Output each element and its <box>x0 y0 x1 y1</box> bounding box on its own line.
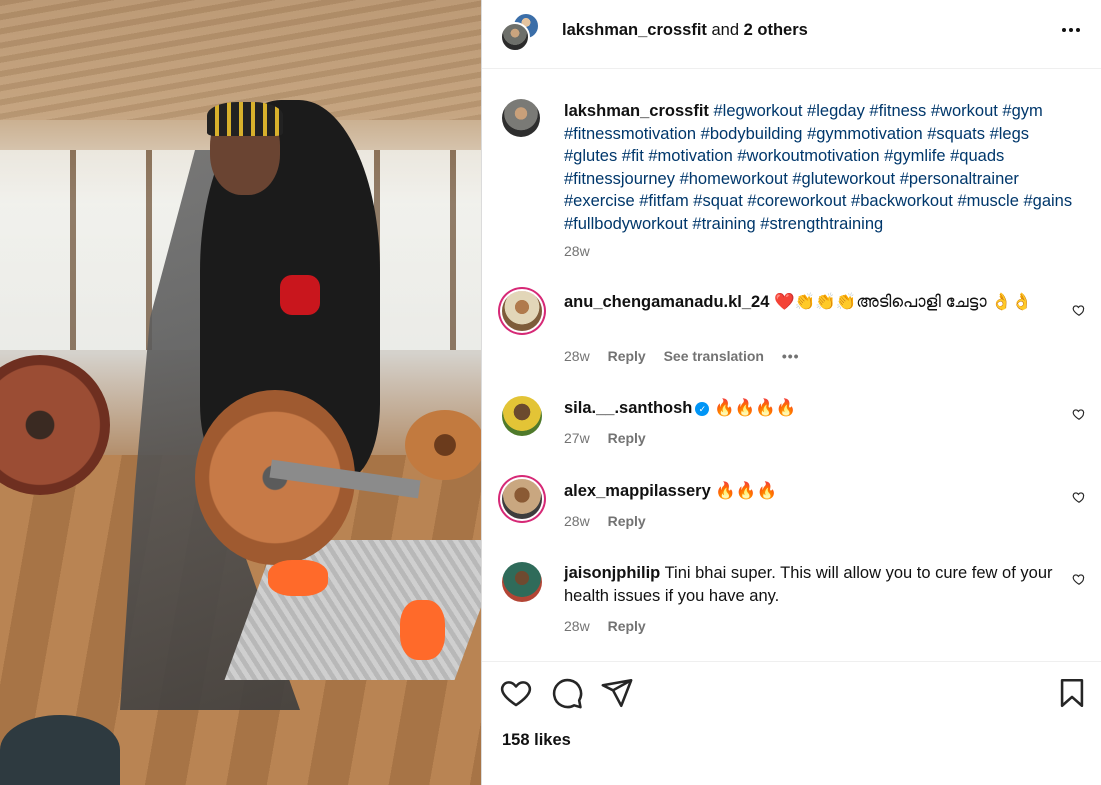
comment-meta: 28w Reply <box>564 618 660 634</box>
post-media-video[interactable] <box>0 0 481 785</box>
comment-text: ❤️👏👏👏അടിപൊളി ചേട്ടാ 👌👌 <box>774 293 1033 311</box>
comment-username[interactable]: sila.__.santhosh <box>564 399 692 417</box>
comment-meta: 28w Reply See translation ••• <box>564 348 814 364</box>
media-bandana <box>207 102 283 136</box>
media-shoe-left <box>268 560 328 596</box>
more-options-button[interactable] <box>1059 18 1083 45</box>
comment-more-button[interactable]: ••• <box>782 348 800 364</box>
author-username[interactable]: lakshman_crossfit <box>562 21 707 39</box>
comment-like-heart-icon[interactable] <box>1072 572 1086 586</box>
see-translation-button[interactable]: See translation <box>664 348 764 364</box>
caption-hashtags[interactable]: #legworkout #legday #fitness #workout #g… <box>564 102 1072 233</box>
comment-like-heart-icon[interactable] <box>1072 490 1086 504</box>
comment-username[interactable]: alex_mappilassery <box>564 482 711 500</box>
media-glove <box>280 275 320 315</box>
more-horizontal-icon <box>1062 28 1080 32</box>
comment-body: alex_mappilassery 🔥🔥🔥 <box>564 480 1059 503</box>
post-action-bar <box>482 676 1101 716</box>
comment-body: jaisonjphilip Tini bhai super. This will… <box>564 562 1059 608</box>
comment-meta: 28w Reply <box>564 513 660 529</box>
authors-joiner: and <box>711 21 740 39</box>
reply-button[interactable]: Reply <box>608 430 646 446</box>
caption-author-avatar[interactable] <box>502 99 540 137</box>
caption-text: lakshman_crossfit #legworkout #legday #f… <box>564 100 1079 235</box>
comment-avatar[interactable] <box>502 291 542 331</box>
media-shoe-right <box>400 600 445 660</box>
comment-time[interactable]: 27w <box>564 430 590 446</box>
post-header: lakshman_crossfit and 2 others <box>482 0 1101 69</box>
media-weight-bottom <box>0 715 120 785</box>
comment-body: sila.__.santhosh ✓ 🔥🔥🔥🔥 <box>564 397 1059 420</box>
media-weight-plate-right <box>405 410 481 480</box>
comment-time[interactable]: 28w <box>564 348 590 364</box>
comment-like-heart-icon[interactable] <box>1072 407 1086 421</box>
reply-button[interactable]: Reply <box>608 513 646 529</box>
likes-count[interactable]: 158 likes <box>502 731 571 750</box>
verified-badge-icon: ✓ <box>695 402 710 416</box>
comment-time[interactable]: 28w <box>564 513 590 529</box>
comment-body: anu_chengamanadu.kl_24 ❤️👏👏👏അടിപൊളി ചേട്… <box>564 291 1059 314</box>
others-link[interactable]: 2 others <box>744 21 808 39</box>
collab-avatars[interactable] <box>500 12 542 54</box>
reply-button[interactable]: Reply <box>608 348 646 364</box>
comment-time[interactable]: 28w <box>564 618 590 634</box>
share-icon[interactable] <box>600 676 634 710</box>
comment-avatar[interactable] <box>502 562 542 602</box>
comment-like-heart-icon[interactable] <box>1072 303 1086 317</box>
comment-username[interactable]: jaisonjphilip <box>564 564 660 582</box>
comment-text: 🔥🔥🔥 <box>715 482 778 500</box>
actions-divider <box>482 661 1101 662</box>
heart-icon[interactable] <box>499 676 533 710</box>
caption-username[interactable]: lakshman_crossfit <box>564 102 709 120</box>
author-avatar[interactable] <box>500 22 530 52</box>
caption-timestamp[interactable]: 28w <box>564 243 590 259</box>
comment-icon[interactable] <box>550 676 584 710</box>
comment-text: 🔥🔥🔥🔥 <box>713 399 797 417</box>
post-side-panel: lakshman_crossfit and 2 others lakshman_… <box>482 0 1101 785</box>
post-authors: lakshman_crossfit and 2 others <box>562 21 808 40</box>
comment-avatar[interactable] <box>502 396 542 436</box>
comment-avatar[interactable] <box>502 479 542 519</box>
bookmark-icon[interactable] <box>1055 676 1089 710</box>
comment-username[interactable]: anu_chengamanadu.kl_24 <box>564 293 769 311</box>
reply-button[interactable]: Reply <box>608 618 646 634</box>
comment-meta: 27w Reply <box>564 430 660 446</box>
